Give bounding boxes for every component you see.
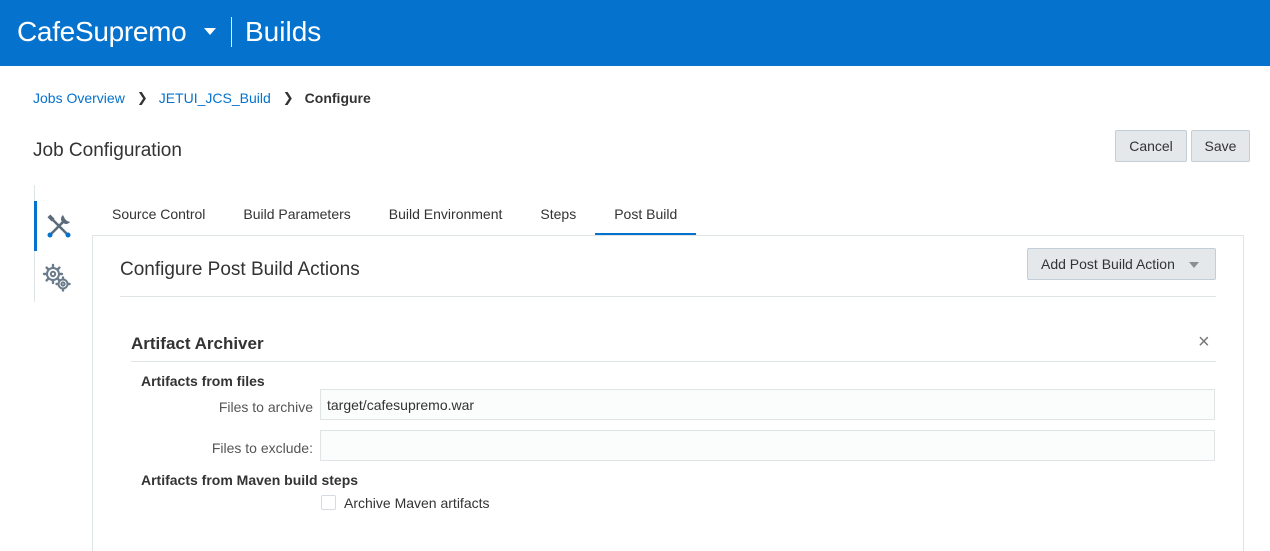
breadcrumb-jobs-overview[interactable]: Jobs Overview xyxy=(33,89,125,107)
files-to-archive-label: Files to archive xyxy=(218,399,313,415)
sidenav-item-settings[interactable] xyxy=(34,253,80,303)
tab-build-parameters[interactable]: Build Parameters xyxy=(224,196,369,236)
chevron-down-icon xyxy=(1189,262,1199,268)
header-separator xyxy=(231,17,232,47)
config-tabs: Source Control Build Parameters Build En… xyxy=(93,196,697,236)
section-title: Builds xyxy=(245,16,322,47)
close-icon[interactable]: × xyxy=(1198,332,1210,352)
divider xyxy=(131,361,1216,362)
tab-post-build[interactable]: Post Build xyxy=(595,196,697,236)
add-post-build-action-button[interactable]: Add Post Build Action xyxy=(1027,248,1216,280)
files-to-archive-input[interactable] xyxy=(320,389,1215,420)
artifact-archiver-title: Artifact Archiver xyxy=(131,334,264,353)
archive-maven-artifacts-label[interactable]: Archive Maven artifacts xyxy=(344,494,490,512)
project-dropdown-icon[interactable] xyxy=(204,28,216,35)
files-to-exclude-input[interactable] xyxy=(320,430,1215,461)
top-header: CafeSupremo Builds xyxy=(0,0,1270,66)
chevron-right-icon: ❯ xyxy=(282,90,294,105)
post-build-panel: Configure Post Build Actions Add Post Bu… xyxy=(92,235,1244,551)
sidenav-item-configure[interactable] xyxy=(34,201,80,251)
divider xyxy=(120,296,1216,297)
side-nav xyxy=(34,185,79,302)
artifacts-from-files-heading: Artifacts from files xyxy=(141,373,265,389)
breadcrumb-job[interactable]: JETUI_JCS_Build xyxy=(159,89,271,107)
chevron-right-icon: ❯ xyxy=(136,90,148,105)
project-name[interactable]: CafeSupremo xyxy=(17,14,187,50)
add-post-build-action-label: Add Post Build Action xyxy=(1041,256,1175,272)
tab-source-control[interactable]: Source Control xyxy=(93,196,224,236)
page-title: Job Configuration xyxy=(33,140,182,161)
breadcrumb-current: Configure xyxy=(304,90,371,106)
breadcrumb: Jobs Overview ❯ JETUI_JCS_Build ❯ Config… xyxy=(33,89,371,107)
artifacts-from-maven-heading: Artifacts from Maven build steps xyxy=(141,472,359,488)
tab-steps[interactable]: Steps xyxy=(521,196,595,236)
gears-icon xyxy=(42,263,71,292)
save-button[interactable]: Save xyxy=(1191,130,1250,162)
tab-build-environment[interactable]: Build Environment xyxy=(370,196,522,236)
panel-title: Configure Post Build Actions xyxy=(120,259,360,280)
cancel-button[interactable]: Cancel xyxy=(1115,130,1187,162)
tools-icon xyxy=(46,214,70,238)
archive-maven-artifacts-checkbox[interactable] xyxy=(321,495,336,510)
files-to-exclude-label: Files to exclude: xyxy=(211,440,313,456)
